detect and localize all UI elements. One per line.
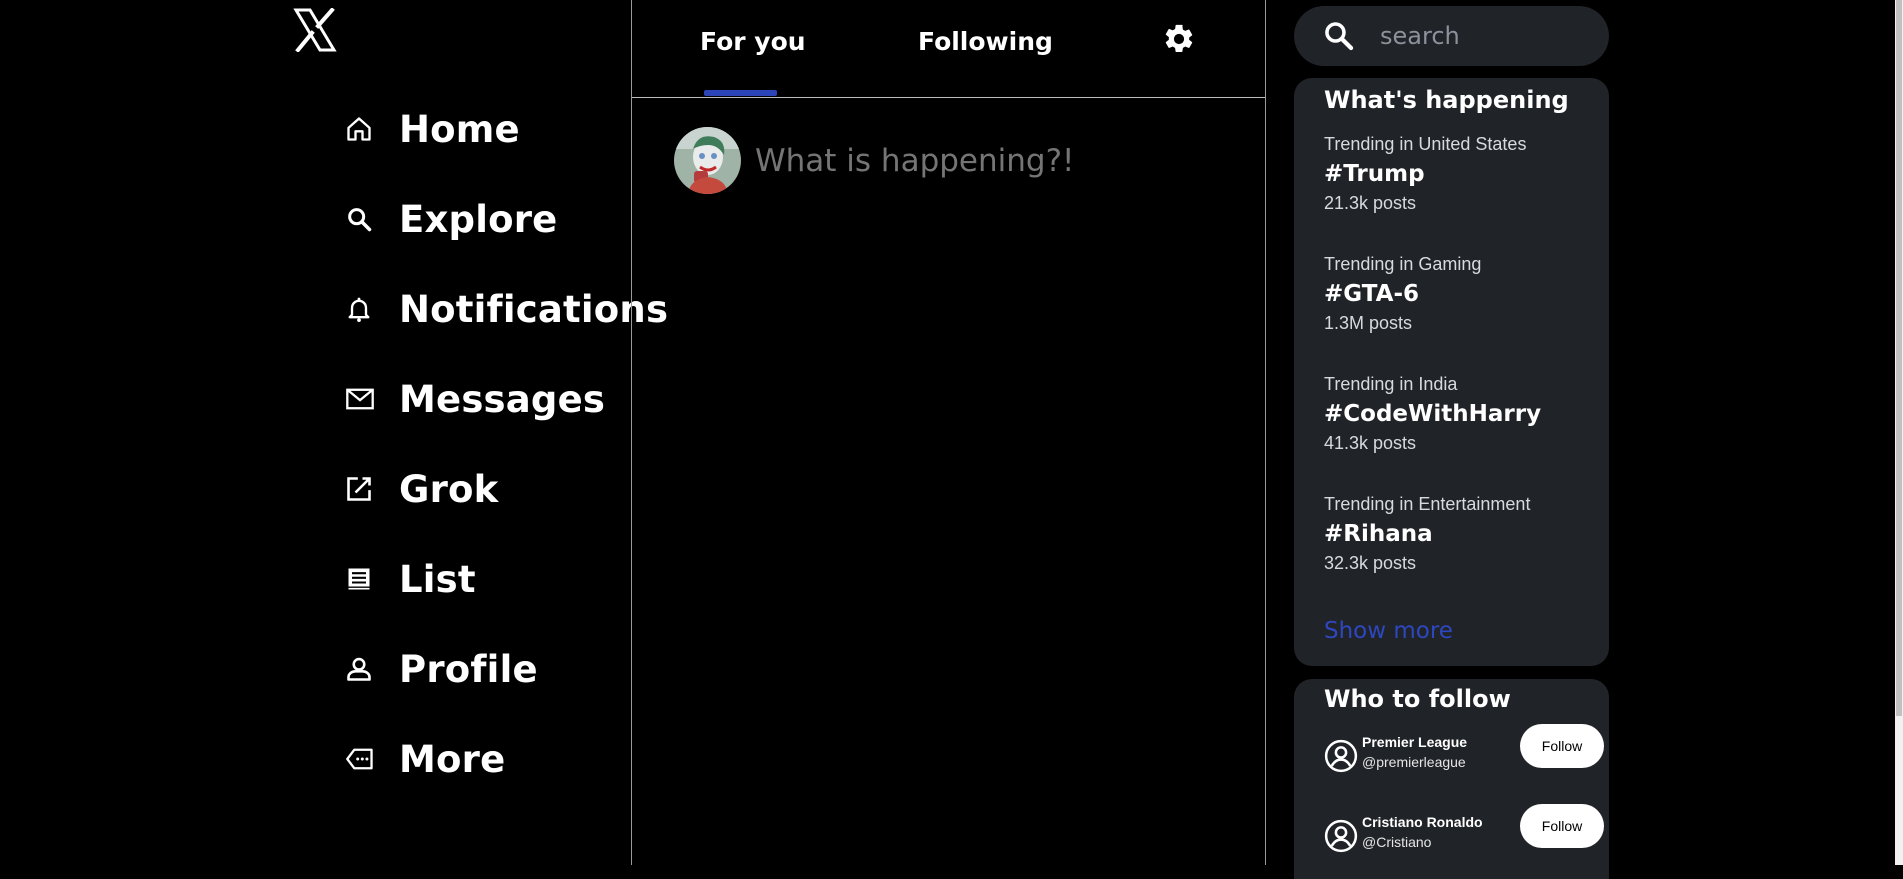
sidebar-item-label: Home [399, 107, 520, 151]
person-icon [345, 651, 381, 687]
sidebar-item-home[interactable]: Home [345, 84, 668, 174]
home-icon [345, 111, 381, 147]
sidebar-item-explore[interactable]: Explore [345, 174, 668, 264]
compose-input[interactable] [753, 141, 1077, 180]
account-handle: @Cristiano [1362, 834, 1432, 850]
sidebar-item-messages[interactable]: Messages [345, 354, 668, 444]
trend-tag: #Rihana [1324, 521, 1433, 547]
post-composer [674, 127, 1077, 194]
feed-tabs: For you Following [632, 0, 1265, 98]
scrollbar-thumb[interactable] [1896, 0, 1902, 716]
sidebar-item-label: Profile [399, 647, 538, 691]
gear-icon[interactable] [1162, 22, 1196, 56]
sidebar-item-label: More [399, 737, 506, 781]
more-tag-icon [345, 741, 381, 777]
account-name: Cristiano Ronaldo [1362, 814, 1483, 830]
trend-context: Trending in Gaming [1324, 254, 1482, 274]
user-avatar-icon [1324, 819, 1358, 853]
sidebar-item-more[interactable]: More [345, 714, 668, 804]
show-more-link[interactable]: Show more [1324, 618, 1453, 644]
list-icon [345, 561, 381, 597]
sidebar-item-profile[interactable]: Profile [345, 624, 668, 714]
search-bar[interactable] [1294, 6, 1609, 66]
sidebar-item-label: Messages [399, 377, 606, 421]
sidebar-item-label: Notifications [399, 287, 669, 331]
sidebar-item-label: Explore [399, 197, 558, 241]
sidebar-item-label: List [399, 557, 476, 601]
tab-following[interactable]: Following [918, 27, 1053, 56]
panel-title: What's happening [1324, 86, 1569, 114]
avatar[interactable] [674, 127, 741, 194]
search-icon [345, 201, 381, 237]
trend-count: 32.3k posts [1324, 553, 1417, 573]
trend-count: 21.3k posts [1324, 193, 1417, 213]
whats-happening-panel: What's happening Trending in United Stat… [1294, 78, 1609, 666]
trend-count: 1.3M posts [1324, 313, 1413, 333]
external-edit-icon [345, 471, 381, 507]
sidebar-item-grok[interactable]: Grok [345, 444, 668, 534]
trend-context: Trending in Entertainment [1324, 494, 1531, 514]
who-to-follow-panel: Who to follow Premier League @premierlea… [1294, 679, 1609, 879]
tab-for-you[interactable]: For you [700, 27, 806, 56]
mail-icon [345, 381, 381, 417]
trend-item[interactable]: Trending in India #CodeWithHarry 41.3k p… [1324, 374, 1541, 454]
sidebar-nav: Home Explore Notifications Messages Grok… [345, 84, 668, 804]
trend-tag: #Trump [1324, 161, 1425, 187]
trend-tag: #CodeWithHarry [1324, 401, 1542, 427]
trend-item[interactable]: Trending in Entertainment #Rihana 32.3k … [1324, 494, 1530, 574]
trend-count: 41.3k posts [1324, 433, 1417, 453]
sidebar-item-list[interactable]: List [345, 534, 668, 624]
panel-title: Who to follow [1324, 685, 1511, 713]
account-name: Premier League [1362, 734, 1468, 750]
trend-item[interactable]: Trending in Gaming #GTA-6 1.3M posts [1324, 254, 1481, 334]
page-scrollbar[interactable] [1895, 0, 1903, 865]
follow-suggestion: Cristiano Ronaldo @Cristiano Follow [1324, 804, 1609, 864]
sidebar-item-label: Grok [399, 467, 499, 511]
trend-context: Trending in India [1324, 374, 1458, 394]
bell-icon [345, 291, 381, 327]
trend-item[interactable]: Trending in United States #Trump 21.3k p… [1324, 134, 1526, 214]
sidebar-item-notifications[interactable]: Notifications [345, 264, 668, 354]
account-handle: @premierleague [1362, 754, 1466, 770]
search-input[interactable] [1378, 21, 1582, 51]
follow-suggestion: Premier League @premierleague Follow [1324, 724, 1609, 784]
trend-context: Trending in United States [1324, 134, 1527, 154]
trend-tag: #GTA-6 [1324, 281, 1419, 307]
search-icon [1322, 19, 1356, 53]
follow-button[interactable]: Follow [1520, 724, 1604, 768]
active-tab-indicator [704, 90, 777, 96]
x-logo-icon[interactable] [293, 7, 337, 53]
follow-button[interactable]: Follow [1520, 804, 1604, 848]
main-feed: For you Following [631, 0, 1266, 865]
user-avatar-icon [1324, 739, 1358, 773]
